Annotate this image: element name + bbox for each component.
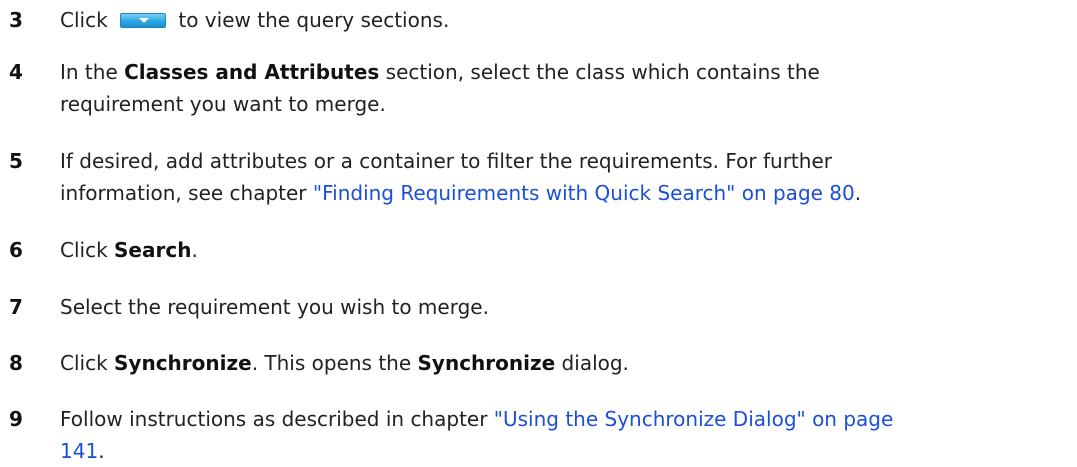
step-number: 4 xyxy=(9,60,23,84)
chapter-link-page-number[interactable]: 141 xyxy=(60,439,98,463)
chevron-down-icon xyxy=(139,17,150,23)
step-text: If desired, add attributes or a containe… xyxy=(60,145,1060,209)
step-text: Follow instructions as described in chap… xyxy=(60,403,1060,467)
step-text-fragment: . This opens the xyxy=(251,351,418,375)
step-text-line: Select the requirement you wish to merge… xyxy=(60,295,489,319)
step-text-fragment: . xyxy=(98,439,105,463)
step-text-fragment: In the xyxy=(60,60,125,84)
step-text-line: requirement you want to merge. xyxy=(60,92,386,116)
step-text-fragment: Click xyxy=(60,238,115,262)
ui-term-synchronize-dialog: Synchronize xyxy=(417,351,556,375)
step-text-fragment: section, select the class which contains… xyxy=(379,60,820,84)
step-number: 3 xyxy=(9,8,23,32)
step-text-fragment: to view the query sections. xyxy=(172,8,450,32)
step-text: Click Search. xyxy=(60,234,1060,266)
step-text-fragment: Click xyxy=(60,351,115,375)
step-text-fragment: . xyxy=(191,238,198,262)
step-text-fragment: information, see chapter xyxy=(60,181,313,205)
step-text-fragment: dialog. xyxy=(555,351,629,375)
step-text-line: If desired, add attributes or a containe… xyxy=(60,149,832,173)
ui-term-classes-and-attributes: Classes and Attributes xyxy=(124,60,380,84)
step-number: 7 xyxy=(9,295,23,319)
step-number: 5 xyxy=(9,149,23,173)
step-text-fragment: Follow instructions as described in chap… xyxy=(60,407,494,431)
step-number: 9 xyxy=(9,407,23,431)
dropdown-arrow-button-icon xyxy=(120,12,167,28)
ui-term-search: Search xyxy=(114,238,192,262)
document-page: 3 Click to view the query sections. 4 In… xyxy=(0,0,1077,466)
step-text: Click Synchronize. This opens the Synchr… xyxy=(60,347,1060,379)
step-number: 8 xyxy=(9,351,23,375)
step-text: Click to view the query sections. xyxy=(60,4,1060,36)
chapter-link-using-synchronize-dialog[interactable]: "Using the Synchronize Dialog" on page xyxy=(494,407,894,431)
step-text-fragment: . xyxy=(854,181,862,205)
step-text: Select the requirement you wish to merge… xyxy=(60,291,1060,323)
step-number: 6 xyxy=(9,238,23,262)
step-text-fragment: Click xyxy=(60,8,115,32)
chapter-link-finding-requirements[interactable]: "Finding Requirements with Quick Search"… xyxy=(313,181,855,205)
step-text: In the Classes and Attributes section, s… xyxy=(60,56,1060,120)
ui-term-synchronize: Synchronize xyxy=(114,351,252,375)
